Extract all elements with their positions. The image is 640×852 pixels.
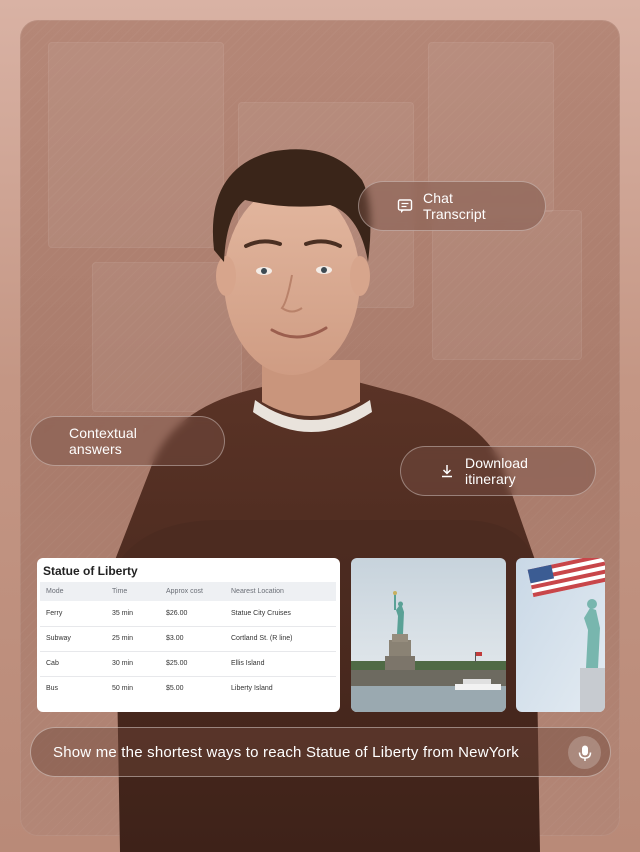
prompt-text: Show me the shortest ways to reach Statu…	[53, 743, 519, 761]
download-itinerary-button[interactable]: Download itinerary	[400, 446, 596, 496]
info-card: Statue of Liberty Mode Time Approx cost …	[37, 558, 340, 712]
transport-table: Mode Time Approx cost Nearest Location F…	[40, 582, 336, 701]
chat-icon	[397, 198, 413, 214]
table-row: Ferry 35 min $26.00 Statue City Cruises	[40, 601, 336, 627]
chat-transcript-label: Chat Transcript	[423, 190, 486, 222]
microphone-button[interactable]	[568, 736, 601, 769]
info-card-title: Statue of Liberty	[43, 564, 138, 578]
table-row: Subway 25 min $3.00 Cortland St. (R line…	[40, 626, 336, 652]
column-header: Approx cost	[160, 582, 225, 601]
column-header: Mode	[40, 582, 106, 601]
column-header: Nearest Location	[225, 582, 336, 601]
download-icon	[439, 463, 455, 479]
table-row: Cab 30 min $25.00 Ellis Island	[40, 651, 336, 677]
microphone-icon	[576, 744, 594, 762]
chat-transcript-button[interactable]: Chat Transcript	[358, 181, 546, 231]
flag-statue-photo[interactable]	[516, 558, 605, 712]
column-header: Time	[106, 582, 160, 601]
table-row: Bus 50 min $5.00 Liberty Island	[46, 685, 273, 693]
prompt-input[interactable]: Show me the shortest ways to reach Statu…	[30, 727, 611, 777]
statue-photo[interactable]	[351, 558, 506, 712]
contextual-answers-label: Contextual answers	[69, 425, 137, 457]
download-itinerary-label: Download itinerary	[465, 455, 529, 487]
contextual-answers-button[interactable]: Contextual answers	[30, 416, 225, 466]
